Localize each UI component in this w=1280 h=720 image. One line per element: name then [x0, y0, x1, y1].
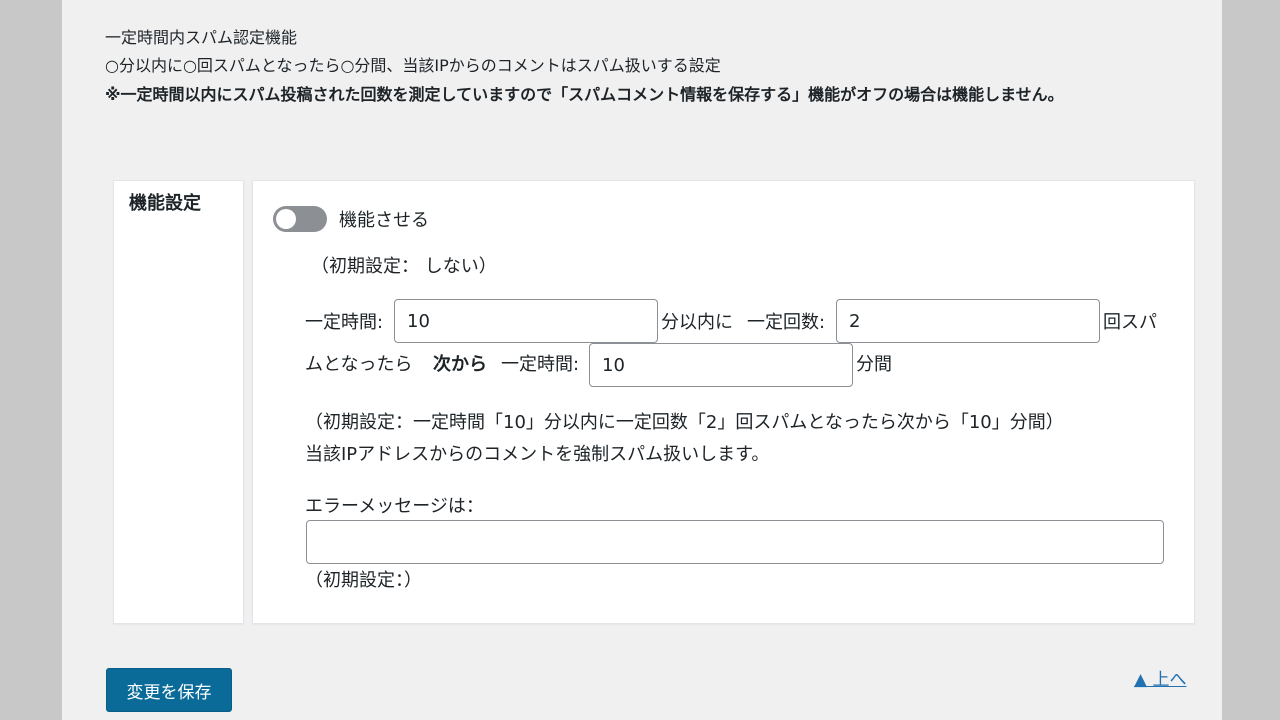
toggle-default-note: （初期設定： しない） — [311, 256, 497, 277]
setting-label-cell: 機能設定 — [113, 180, 244, 624]
spam-wrap-text: 回スパ — [1103, 312, 1157, 333]
default-note-line2: 当該IPアドレスからのコメントを強制スパム扱いします。 — [305, 444, 770, 465]
within-label: 分以内に — [661, 312, 733, 333]
time2-input[interactable] — [589, 343, 853, 387]
toggle-knob — [276, 209, 296, 229]
enable-toggle-row: 機能させる — [273, 206, 429, 232]
time-input[interactable] — [394, 299, 658, 343]
next-text: 次から — [433, 354, 487, 375]
intro-section: 一定時間内スパム認定機能 ○分以内に○回スパムとなったら○分間、当該IPからのコ… — [105, 24, 1185, 109]
error-default-note: （初期設定：） — [305, 570, 422, 591]
became-text: ムとなったら — [305, 354, 413, 375]
section-warning: ※一定時間以内にスパム投稿された回数を測定していますので「スパムコメント情報を保… — [105, 85, 1064, 104]
error-message-label: エラーメッセージは： — [305, 496, 484, 517]
section-description: ○分以内に○回スパムとなったら○分間、当該IPからのコメントはスパム扱いする設定 — [105, 56, 721, 75]
setting-label: 機能設定 — [129, 193, 201, 214]
time2-label: 一定時間: — [501, 354, 580, 375]
error-message-input[interactable] — [306, 520, 1164, 564]
enable-toggle-label[interactable]: 機能させる — [339, 206, 429, 232]
save-changes-button[interactable]: 変更を保存 — [106, 668, 232, 712]
back-to-top-link[interactable]: ▲ 上へ — [1134, 665, 1186, 690]
settings-page: 一定時間内スパム認定機能 ○分以内に○回スパムとなったら○分間、当該IPからのコ… — [62, 0, 1222, 720]
time-label: 一定時間: — [305, 312, 384, 333]
count-input[interactable] — [836, 299, 1100, 343]
minutes-label: 分間 — [856, 354, 892, 375]
section-title: 一定時間内スパム認定機能 — [105, 28, 298, 47]
enable-toggle[interactable] — [273, 206, 327, 232]
default-note-line1: （初期設定：一定時間「10」分以内に一定回数「2」回スパムとなったら次から「10… — [305, 412, 1064, 433]
count-label: 一定回数: — [747, 312, 826, 333]
setting-content-cell: 機能させる （初期設定： しない） 一定時間: 分以内に 一定回数: 回スパ ム… — [252, 180, 1195, 624]
